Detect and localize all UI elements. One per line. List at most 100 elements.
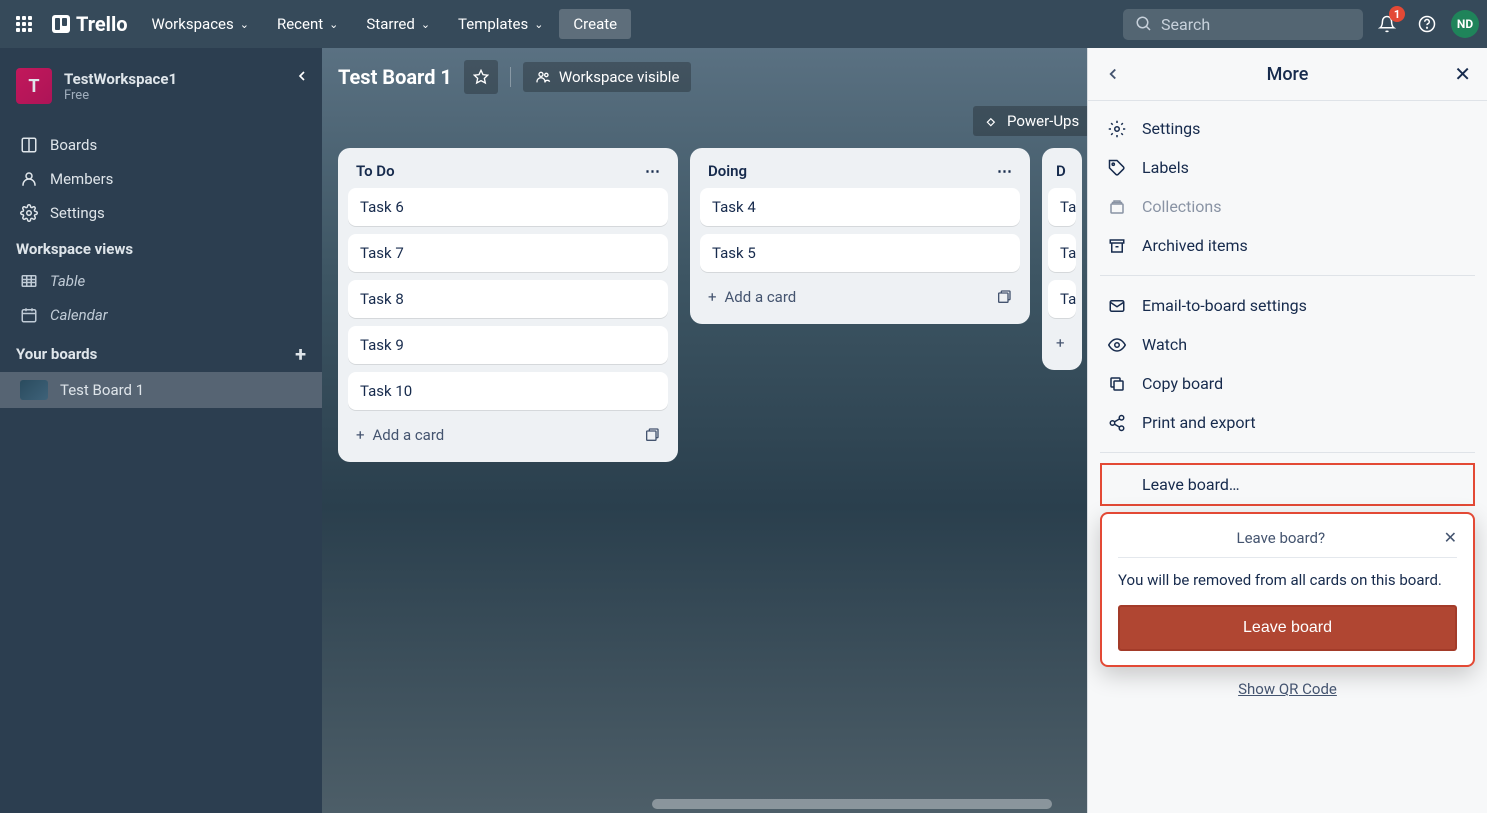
- rocket-icon: [985, 114, 999, 128]
- leave-board-popover: Leave board? ✕ You will be removed from …: [1100, 512, 1475, 667]
- card[interactable]: Task 8: [348, 280, 668, 318]
- menu-item-collections: Collections: [1088, 187, 1487, 226]
- help-icon: [1418, 15, 1436, 33]
- workspace-views-heading: Workspace views: [0, 230, 322, 264]
- board-thumbnail: [20, 380, 48, 400]
- plus-icon: +: [1056, 334, 1065, 352]
- gear-icon: [20, 204, 38, 222]
- card[interactable]: Task 9: [348, 326, 668, 364]
- your-boards-heading: Your boards +: [0, 332, 322, 372]
- list-menu-button[interactable]: ⋯: [997, 162, 1012, 180]
- add-card-button[interactable]: +: [1048, 326, 1076, 360]
- nav-recent[interactable]: Recent⌄: [265, 9, 350, 39]
- eye-icon: [1108, 336, 1126, 354]
- menu-item-print[interactable]: Print and export: [1088, 403, 1487, 442]
- menu-item-archived[interactable]: Archived items: [1088, 226, 1487, 265]
- leave-board-confirm-button[interactable]: Leave board: [1118, 605, 1457, 651]
- workspace-plan: Free: [64, 88, 177, 103]
- show-qr-code-link[interactable]: Show QR Code: [1238, 680, 1337, 698]
- template-icon[interactable]: [996, 289, 1012, 305]
- collections-icon: [1108, 198, 1126, 216]
- menu-item-labels[interactable]: Labels: [1088, 148, 1487, 187]
- list: To Do ⋯ Task 6 Task 7 Task 8 Task 9 Task…: [338, 148, 678, 462]
- sidebar-board-item[interactable]: Test Board 1: [0, 372, 322, 408]
- chevron-down-icon: ⌄: [329, 18, 338, 31]
- nav-templates[interactable]: Templates⌄: [446, 9, 555, 39]
- board-icon: [20, 136, 38, 154]
- chevron-down-icon: ⌄: [421, 18, 430, 31]
- add-board-button[interactable]: +: [295, 342, 306, 366]
- workspace-name: TestWorkspace1: [64, 70, 177, 88]
- powerups-button[interactable]: Power-Ups: [973, 106, 1091, 136]
- search-icon: [1135, 15, 1153, 33]
- list: Doing ⋯ Task 4 Task 5 + Add a card: [690, 148, 1030, 324]
- popover-close-button[interactable]: ✕: [1444, 528, 1457, 547]
- collapse-sidebar-button[interactable]: [294, 68, 310, 84]
- chevron-left-icon: [294, 68, 310, 84]
- menu-item-watch[interactable]: Watch: [1088, 325, 1487, 364]
- star-board-button[interactable]: [464, 60, 498, 94]
- sidebar-item-calendar[interactable]: Calendar: [0, 298, 322, 332]
- sidebar-item-members[interactable]: Members: [0, 162, 322, 196]
- members-icon: [20, 170, 38, 188]
- gear-icon: [1108, 120, 1126, 138]
- notification-badge: 1: [1389, 6, 1405, 22]
- plus-icon: +: [356, 426, 365, 444]
- card[interactable]: Task 10: [348, 372, 668, 410]
- nav-starred[interactable]: Starred⌄: [354, 9, 442, 39]
- popover-message: You will be removed from all cards on th…: [1118, 570, 1457, 591]
- sidebar: T TestWorkspace1 Free Boards Members Set…: [0, 48, 322, 813]
- notifications-button[interactable]: 1: [1371, 8, 1403, 40]
- menu-item-email[interactable]: Email-to-board settings: [1088, 286, 1487, 325]
- list: D Ta Ta Ta +: [1042, 148, 1082, 370]
- nav-workspaces[interactable]: Workspaces⌄: [140, 9, 261, 39]
- card[interactable]: Task 6: [348, 188, 668, 226]
- apps-launcher-icon[interactable]: [8, 8, 40, 40]
- card[interactable]: Task 7: [348, 234, 668, 272]
- help-button[interactable]: [1411, 8, 1443, 40]
- panel-close-button[interactable]: ✕: [1447, 62, 1471, 86]
- plus-icon: +: [708, 288, 717, 306]
- popover-title: Leave board?: [1118, 529, 1444, 547]
- board-title[interactable]: Test Board 1: [338, 65, 452, 89]
- star-icon: [473, 69, 489, 85]
- card[interactable]: Ta: [1048, 280, 1076, 318]
- menu-item-leave-board[interactable]: Leave board…: [1100, 463, 1475, 506]
- visibility-button[interactable]: Workspace visible: [523, 62, 692, 92]
- trello-board-icon: [52, 15, 70, 33]
- tag-icon: [1108, 159, 1126, 177]
- sidebar-item-table[interactable]: Table: [0, 264, 322, 298]
- create-button[interactable]: Create: [559, 9, 631, 39]
- topbar: Trello Workspaces⌄ Recent⌄ Starred⌄ Temp…: [0, 0, 1487, 48]
- table-icon: [20, 272, 38, 290]
- menu-item-copy[interactable]: Copy board: [1088, 364, 1487, 403]
- panel-back-button[interactable]: [1104, 65, 1128, 83]
- chevron-left-icon: [1104, 65, 1122, 83]
- people-icon: [535, 69, 551, 85]
- list-title[interactable]: To Do: [356, 162, 395, 180]
- trello-logo[interactable]: Trello: [44, 12, 136, 36]
- chevron-down-icon: ⌄: [240, 18, 249, 31]
- account-avatar[interactable]: ND: [1451, 10, 1479, 38]
- card[interactable]: Ta: [1048, 234, 1076, 272]
- horizontal-scrollbar[interactable]: [652, 799, 1052, 809]
- search-input[interactable]: Search: [1123, 9, 1363, 40]
- add-card-button[interactable]: + Add a card: [700, 280, 1020, 314]
- card[interactable]: Ta: [1048, 188, 1076, 226]
- workspace-header[interactable]: T TestWorkspace1 Free: [0, 60, 322, 112]
- archive-icon: [1108, 237, 1126, 255]
- menu-item-settings[interactable]: Settings: [1088, 109, 1487, 148]
- list-title[interactable]: Doing: [708, 162, 747, 180]
- calendar-icon: [20, 306, 38, 324]
- panel-title: More: [1128, 64, 1447, 85]
- chevron-down-icon: ⌄: [534, 18, 543, 31]
- card[interactable]: Task 4: [700, 188, 1020, 226]
- sidebar-item-settings[interactable]: Settings: [0, 196, 322, 230]
- list-title[interactable]: D: [1056, 162, 1066, 180]
- add-card-button[interactable]: + Add a card: [348, 418, 668, 452]
- template-icon[interactable]: [644, 427, 660, 443]
- sidebar-item-boards[interactable]: Boards: [0, 128, 322, 162]
- card[interactable]: Task 5: [700, 234, 1020, 272]
- list-menu-button[interactable]: ⋯: [645, 162, 660, 180]
- copy-icon: [1108, 375, 1126, 393]
